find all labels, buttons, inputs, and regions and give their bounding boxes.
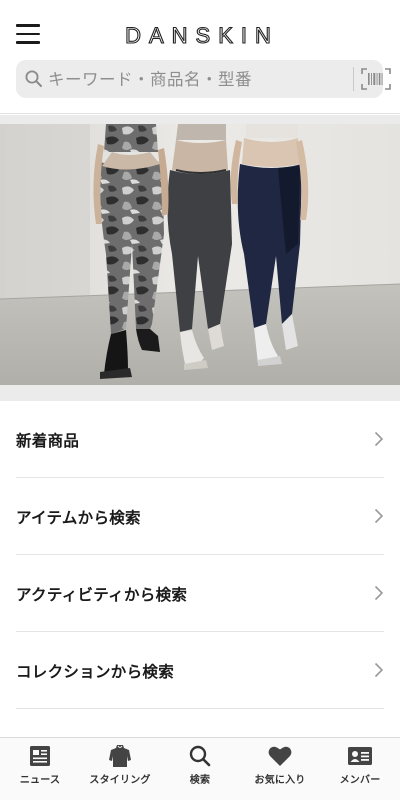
tab-styling[interactable]: スタイリング bbox=[80, 738, 160, 800]
tab-search[interactable]: 検索 bbox=[160, 738, 240, 800]
danskin-logo[interactable]: DANSKIN bbox=[112, 20, 292, 50]
search-icon bbox=[189, 745, 211, 767]
tab-label: メンバー bbox=[339, 775, 381, 786]
search-icon bbox=[25, 70, 42, 87]
hero-image bbox=[0, 124, 400, 385]
member-card-icon bbox=[348, 747, 372, 765]
tab-member[interactable]: メンバー bbox=[320, 738, 400, 800]
menu-item-new-arrivals[interactable]: 新着商品 bbox=[16, 401, 384, 478]
menu-item-search-by-collection[interactable]: コレクションから検索 bbox=[16, 632, 384, 709]
tab-favorites[interactable]: お気に入り bbox=[240, 738, 320, 800]
app-header: DANSKIN bbox=[0, 0, 400, 114]
tab-label: スタイリング bbox=[89, 775, 151, 786]
search-input[interactable] bbox=[48, 66, 338, 92]
chevron-right-icon bbox=[374, 662, 384, 678]
barcode-scan-icon[interactable] bbox=[359, 67, 393, 91]
chevron-right-icon bbox=[374, 585, 384, 601]
menu-item-label: アイテムから検索 bbox=[16, 509, 141, 527]
hamburger-menu-icon[interactable] bbox=[16, 24, 40, 44]
header-separator bbox=[0, 115, 400, 124]
bottom-tab-bar: ニュース スタイリング 検索 お気に入り メンバー bbox=[0, 737, 400, 800]
news-icon bbox=[30, 746, 50, 766]
menu-item-search-by-activity[interactable]: アクティビティから検索 bbox=[16, 555, 384, 632]
search-bar[interactable] bbox=[16, 60, 391, 98]
search-menu-list: 新着商品 アイテムから検索 アクティビティから検索 コレクションから検索 bbox=[0, 401, 400, 709]
menu-item-label: 新着商品 bbox=[16, 432, 80, 450]
hero-separator bbox=[0, 385, 400, 401]
tab-label: お気に入り bbox=[254, 775, 306, 786]
chevron-right-icon bbox=[374, 508, 384, 524]
heart-icon bbox=[268, 746, 292, 766]
menu-item-label: コレクションから検索 bbox=[16, 663, 175, 681]
tab-label: 検索 bbox=[189, 775, 211, 786]
menu-item-label: アクティビティから検索 bbox=[16, 586, 188, 604]
styling-icon bbox=[109, 745, 131, 767]
tab-news[interactable]: ニュース bbox=[0, 738, 80, 800]
chevron-right-icon bbox=[374, 431, 384, 447]
hero-banner[interactable] bbox=[0, 124, 400, 385]
tab-label: ニュース bbox=[19, 775, 61, 786]
search-divider bbox=[353, 67, 354, 91]
menu-item-search-by-item[interactable]: アイテムから検索 bbox=[16, 478, 384, 555]
logo-text: DANSKIN bbox=[125, 23, 279, 48]
